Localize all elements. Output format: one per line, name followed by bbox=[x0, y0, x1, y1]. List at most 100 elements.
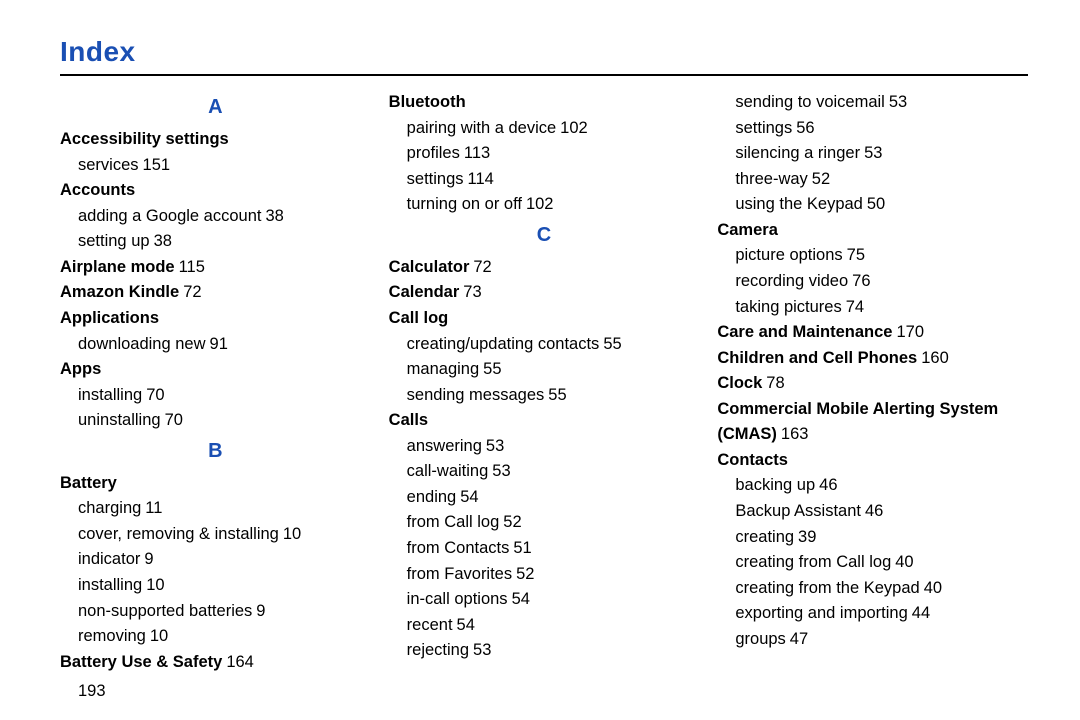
subentry-label: managing bbox=[407, 360, 479, 378]
subentry: from Favorites52 bbox=[407, 562, 700, 588]
subentry: groups 47 bbox=[735, 627, 1028, 653]
page-ref: 11 bbox=[145, 499, 162, 517]
subentry: settings56 bbox=[735, 116, 1028, 142]
subentry: creating from Call log40 bbox=[735, 550, 1028, 576]
subentry-label: creating/updating contacts bbox=[407, 335, 600, 353]
page-number: 193 bbox=[78, 679, 371, 705]
page-ref: 38 bbox=[154, 232, 172, 250]
section-letter-c: C bbox=[389, 220, 700, 251]
page-ref: 114 bbox=[468, 170, 494, 188]
page-ref: 10 bbox=[283, 525, 301, 543]
subentry: managing55 bbox=[407, 357, 700, 383]
subentry: Backup Assistant46 bbox=[735, 499, 1028, 525]
page-ref: 52 bbox=[503, 513, 521, 531]
index-columns: A Accessibility settings services151 Acc… bbox=[60, 90, 1028, 705]
page-ref: 10 bbox=[146, 576, 164, 594]
subentry-label: removing bbox=[78, 627, 146, 645]
page-ref: 50 bbox=[867, 195, 885, 213]
entry-accounts: Accounts bbox=[60, 178, 371, 204]
subentry: installing70 bbox=[78, 383, 371, 409]
page-ref: 70 bbox=[165, 411, 183, 429]
subentry-label: answering bbox=[407, 437, 482, 455]
subentry-label: profiles bbox=[407, 144, 460, 162]
subentry: silencing a ringer53 bbox=[735, 141, 1028, 167]
subentry: downloading new91 bbox=[78, 332, 371, 358]
page-ref: 52 bbox=[516, 565, 534, 583]
subentry-label: groups bbox=[735, 630, 785, 648]
subentry: in-call options54 bbox=[407, 587, 700, 613]
subentry: adding a Google account38 bbox=[78, 204, 371, 230]
page-ref: 40 bbox=[924, 579, 942, 597]
entry-calculator: Calculator72 bbox=[389, 255, 700, 281]
section-letter-b: B bbox=[60, 436, 371, 467]
subentry: pairing with a device102 bbox=[407, 116, 700, 142]
page-ref: 113 bbox=[464, 144, 490, 162]
subentry-label: sending to voicemail bbox=[735, 93, 885, 111]
subentry: uninstalling70 bbox=[78, 408, 371, 434]
page-ref: 75 bbox=[847, 246, 865, 264]
subentry-label: settings bbox=[407, 170, 464, 188]
entry-label: Airplane mode bbox=[60, 258, 175, 276]
subentry-label: turning on or off bbox=[407, 195, 522, 213]
entry-care-maintenance: Care and Maintenance170 bbox=[717, 320, 1028, 346]
page-ref: 40 bbox=[895, 553, 913, 571]
page-ref: 164 bbox=[226, 653, 254, 671]
page-ref: 70 bbox=[146, 386, 164, 404]
subentry-label: downloading new bbox=[78, 335, 206, 353]
page-ref: 55 bbox=[603, 335, 621, 353]
page-ref: 9 bbox=[144, 550, 153, 568]
subentry-label: creating from the Keypad bbox=[735, 579, 919, 597]
page-ref: 52 bbox=[812, 170, 830, 188]
subentry-label: rejecting bbox=[407, 641, 469, 659]
subentry-label: taking pictures bbox=[735, 298, 841, 316]
subentry-label: setting up bbox=[78, 232, 150, 250]
page-ref: 55 bbox=[548, 386, 566, 404]
subentry-label: uninstalling bbox=[78, 411, 161, 429]
column-2: Bluetooth pairing with a device102 profi… bbox=[389, 90, 700, 705]
subentry-label: ending bbox=[407, 488, 457, 506]
subentry: taking pictures74 bbox=[735, 295, 1028, 321]
page-ref: 46 bbox=[865, 502, 883, 520]
page-ref: 163 bbox=[781, 425, 809, 443]
page-ref: 10 bbox=[150, 627, 168, 645]
entry-call-log: Call log bbox=[389, 306, 700, 332]
subentry: sending messages55 bbox=[407, 383, 700, 409]
entry-airplane-mode: Airplane mode115 bbox=[60, 255, 371, 281]
subentry-label: indicator bbox=[78, 550, 140, 568]
subentry: from Call log52 bbox=[407, 510, 700, 536]
subentry-label: Backup Assistant bbox=[735, 502, 861, 520]
subentry: turning on or off102 bbox=[407, 192, 700, 218]
subentry: using the Keypad50 bbox=[735, 192, 1028, 218]
entry-amazon-kindle: Amazon Kindle72 bbox=[60, 280, 371, 306]
page-title: Index bbox=[60, 36, 1028, 68]
subentry: removing10 bbox=[78, 624, 371, 650]
subentry-label: installing bbox=[78, 386, 142, 404]
subentry-label: creating bbox=[735, 528, 794, 546]
entry-label: Children and Cell Phones bbox=[717, 349, 917, 367]
entry-label: Battery Use & Safety bbox=[60, 653, 222, 671]
page-ref: 160 bbox=[921, 349, 949, 367]
subentry: three-way52 bbox=[735, 167, 1028, 193]
subentry-label: sending messages bbox=[407, 386, 545, 404]
page-ref: 44 bbox=[912, 604, 930, 622]
subentry: profiles113 bbox=[407, 141, 700, 167]
page-ref: 47 bbox=[790, 630, 808, 648]
entry-battery-use-safety: Battery Use & Safety164 bbox=[60, 650, 371, 676]
page-ref: 76 bbox=[852, 272, 870, 290]
page-ref: 53 bbox=[492, 462, 510, 480]
page-ref: 72 bbox=[183, 283, 201, 301]
subentry-label: from Contacts bbox=[407, 539, 510, 557]
subentry-label: backing up bbox=[735, 476, 815, 494]
page-ref: 56 bbox=[796, 119, 814, 137]
subentry: recent54 bbox=[407, 613, 700, 639]
subentry: recording video76 bbox=[735, 269, 1028, 295]
page-ref: 51 bbox=[513, 539, 531, 557]
entry-contacts: Contacts bbox=[717, 448, 1028, 474]
page-ref: 38 bbox=[265, 207, 283, 225]
page-ref: 170 bbox=[896, 323, 924, 341]
entry-label: Calendar bbox=[389, 283, 460, 301]
subentry-label: adding a Google account bbox=[78, 207, 261, 225]
entry-label: Clock bbox=[717, 374, 762, 392]
column-3: sending to voicemail53 settings56 silenc… bbox=[717, 90, 1028, 705]
page-ref: 102 bbox=[526, 195, 554, 213]
